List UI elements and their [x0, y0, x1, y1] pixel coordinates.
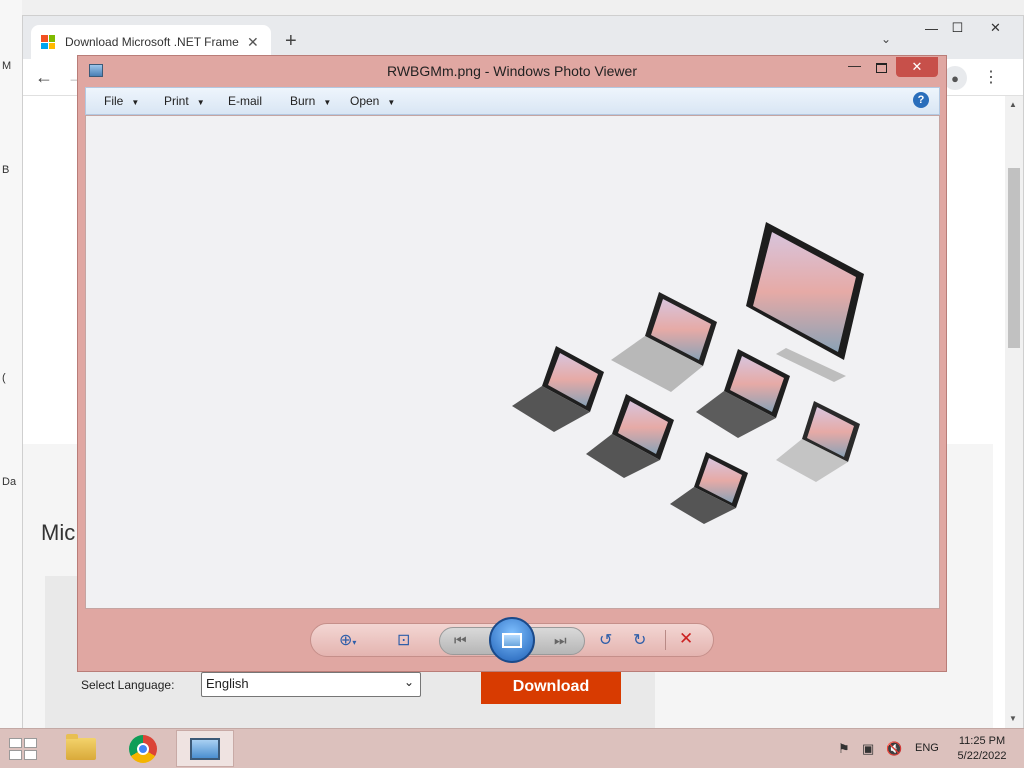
browser-close-button[interactable]: ✕: [973, 16, 1018, 40]
dropdown-arrow-icon: ▼: [131, 98, 140, 107]
toolbar-divider: [665, 630, 666, 650]
tablet-device: [586, 394, 674, 478]
page-scrollbar[interactable]: ▲ ▼: [1005, 96, 1023, 728]
menu-file[interactable]: File ▼: [104, 94, 139, 108]
menu-email[interactable]: E-mail: [228, 94, 262, 108]
menu-open[interactable]: Open ▼: [350, 94, 395, 108]
scroll-down-arrow-icon[interactable]: ▼: [1009, 714, 1017, 723]
next-icon[interactable]: ⏭: [554, 632, 567, 649]
taskbar-file-explorer[interactable]: [52, 730, 110, 767]
dropdown-arrow-icon: ▼: [387, 98, 396, 107]
page-heading: Mic: [41, 520, 76, 545]
tablet-device: [670, 452, 748, 524]
viewer-minimize-button[interactable]: —: [848, 58, 861, 73]
menu-burn[interactable]: Burn ▼: [290, 94, 331, 108]
windows-logo-pane: [24, 750, 37, 760]
laptop-device: [776, 401, 860, 482]
action-center-flag-icon[interactable]: ⚑: [838, 741, 850, 757]
delete-icon[interactable]: ✕: [679, 629, 693, 649]
tab-search-chevron-icon[interactable]: ⌄: [881, 32, 891, 46]
rotate-clockwise-icon[interactable]: ↻: [633, 630, 646, 650]
photo-viewer-titlebar[interactable]: RWBGMm.png - Windows Photo Viewer — ✕: [78, 56, 946, 86]
scrollbar-thumb[interactable]: [1008, 168, 1020, 348]
photo-viewer-title: RWBGMm.png - Windows Photo Viewer: [386, 63, 637, 79]
language-label: Select Language:: [81, 678, 175, 692]
menu-print-label: Print: [164, 94, 189, 108]
tab-bar: Download Microsoft .NET Frame ✕ + ⌄ — ☐ …: [23, 16, 1023, 59]
slideshow-button[interactable]: [489, 617, 535, 663]
person-icon: ●: [951, 70, 959, 86]
dropdown-arrow-icon: ▼: [196, 98, 205, 107]
back-arrow-icon[interactable]: ←: [35, 67, 53, 88]
slideshow-icon: [502, 632, 522, 648]
chevron-down-icon: ⌄: [403, 675, 414, 689]
tablet-device: [696, 349, 790, 438]
download-button[interactable]: Download: [481, 670, 621, 704]
photo-viewer-window: RWBGMm.png - Windows Photo Viewer — ✕ Fi…: [77, 55, 947, 672]
taskbar-photo-viewer[interactable]: [176, 730, 234, 767]
menu-email-label: E-mail: [228, 94, 263, 108]
menu-file-label: File: [104, 94, 124, 108]
rotate-counterclockwise-icon[interactable]: ↺: [599, 630, 612, 650]
zoom-icon[interactable]: ⊕▾: [339, 630, 356, 650]
clock-date: 5/22/2022: [957, 750, 1007, 762]
actual-size-icon[interactable]: ⊡: [397, 630, 410, 650]
new-tab-button[interactable]: +: [285, 30, 297, 53]
windows-logo-pane: [9, 738, 22, 748]
network-icon[interactable]: ▣: [862, 741, 874, 757]
windows-logo-pane: [24, 738, 37, 748]
menu-burn-label: Burn: [290, 94, 316, 108]
volume-muted-icon[interactable]: 🔇: [886, 741, 902, 757]
laptop-device: [611, 292, 717, 392]
start-button[interactable]: [9, 738, 37, 760]
tab-close-icon[interactable]: ✕: [247, 34, 259, 51]
system-clock[interactable]: 11:25 PM 5/22/2022: [952, 734, 1012, 764]
language-select[interactable]: English ⌄: [201, 672, 421, 697]
dropdown-arrow-icon: ▼: [323, 98, 332, 107]
tab-title: Download Microsoft .NET Frame: [65, 35, 239, 49]
desktop-icon-label-fragment: Da: [2, 476, 17, 488]
desktop-left-edge: M B ( Da: [0, 0, 22, 728]
menu-print[interactable]: Print ▼: [164, 94, 205, 108]
previous-icon[interactable]: ⏮: [454, 632, 467, 649]
tablet-device: [512, 346, 604, 432]
viewer-close-button[interactable]: ✕: [896, 57, 938, 77]
browser-tab[interactable]: Download Microsoft .NET Frame ✕: [31, 25, 271, 59]
browser-menu-icon[interactable]: ⋮: [983, 67, 999, 87]
photo-viewer-icon: [190, 737, 220, 760]
taskbar-chrome[interactable]: [114, 730, 172, 767]
help-icon[interactable]: ?: [913, 92, 929, 108]
viewer-maximize-button[interactable]: [876, 63, 887, 73]
input-language[interactable]: ENG: [915, 742, 939, 754]
chrome-icon: [129, 734, 157, 763]
microsoft-logo-icon: [41, 35, 55, 49]
folder-icon: [66, 733, 96, 760]
photo-viewer-controls: ⊕▾ ⊡ ⏮ ⏭ ↺ ↻ ✕: [310, 617, 714, 663]
windows-logo-pane: [9, 750, 22, 760]
desktop-icon-label-fragment: (: [2, 372, 6, 384]
desktop-icon-label-fragment: M: [2, 60, 12, 72]
photo-canvas[interactable]: [85, 115, 940, 609]
menu-open-label: Open: [350, 94, 380, 108]
taskbar: ⚑ ▣ 🔇 ENG 11:25 PM 5/22/2022: [0, 728, 1024, 768]
surface-devices-image: [512, 222, 864, 524]
language-select-value: English: [206, 676, 249, 691]
photo-viewer-menubar: File ▼ Print ▼ E-mail Burn ▼ Open ▼ ?: [85, 87, 940, 115]
clock-time: 11:25 PM: [958, 735, 1006, 747]
desktop-icon-label-fragment: B: [2, 164, 10, 176]
scroll-up-arrow-icon[interactable]: ▲: [1009, 100, 1017, 109]
monitor-device: [746, 222, 864, 382]
